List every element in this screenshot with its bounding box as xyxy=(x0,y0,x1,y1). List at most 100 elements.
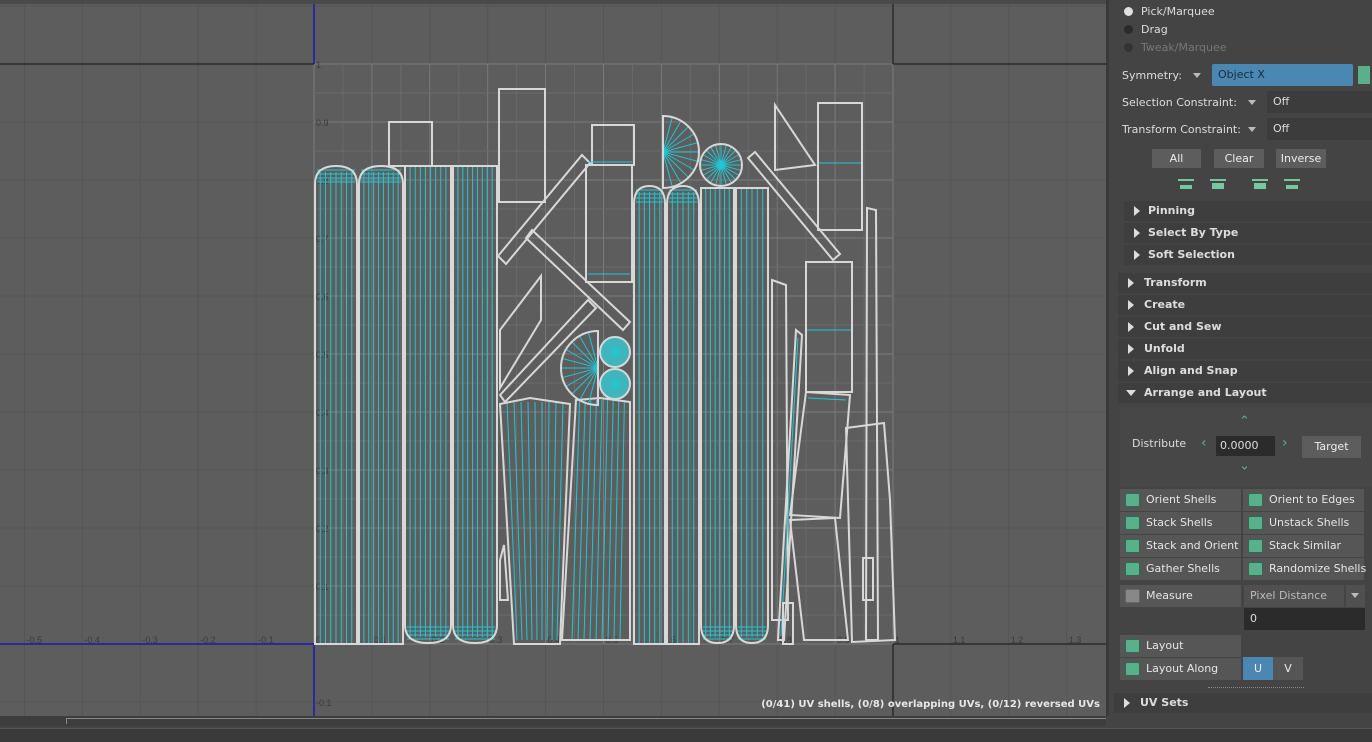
measure-mode-dropdown[interactable] xyxy=(1346,585,1365,607)
clear-button[interactable]: Clear xyxy=(1214,149,1264,168)
horizontal-scrollbar[interactable] xyxy=(0,716,1106,726)
stack-and-orient-button[interactable]: Stack and Orient xyxy=(1120,535,1241,557)
uv-canvas[interactable]: -0.5 -0.4 -0.3 -0.2 -0.1 0 0.1 0.2 0.3 0.4 0.5 0.6 0… xyxy=(0,0,1106,716)
symmetry-toggle-icon[interactable] xyxy=(1358,66,1370,84)
stack-shells-button[interactable]: Stack Shells xyxy=(1120,512,1241,534)
uv-edge xyxy=(577,399,586,641)
drag-label: Drag xyxy=(1141,23,1168,36)
section-uv-sets[interactable]: UV Sets xyxy=(1114,693,1372,713)
u-tick-label: 1.3 xyxy=(1069,635,1082,645)
section-cut-and-sew[interactable]: Cut and Sew xyxy=(1118,317,1372,337)
chevron-down-icon[interactable]: ⌃ xyxy=(1239,456,1250,471)
section-label: Unfold xyxy=(1144,342,1185,355)
chevron-right-icon[interactable]: › xyxy=(1282,435,1288,451)
uv-shell xyxy=(771,278,790,621)
uv-edge xyxy=(601,399,609,641)
measure-label: Measure xyxy=(1146,589,1193,602)
section-arrange-and-layout[interactable]: Arrange and Layout xyxy=(1118,383,1372,403)
measure-button[interactable]: Measure xyxy=(1120,585,1241,607)
orient-shells-icon xyxy=(1125,493,1140,507)
stack-and-orient-icon xyxy=(1125,539,1140,553)
uv-shell xyxy=(805,261,853,393)
unstack-shells-button[interactable]: Unstack Shells xyxy=(1243,512,1364,534)
expand-arrow-icon xyxy=(1128,300,1134,310)
section-select-by-type[interactable]: Select By Type xyxy=(1124,223,1372,243)
distribute-label: Distribute xyxy=(1132,437,1187,450)
radio-drag[interactable] xyxy=(1124,25,1133,34)
stack-similar-icon xyxy=(1248,539,1263,553)
uv-edge xyxy=(551,401,557,641)
stack-shells-icon xyxy=(1125,516,1140,530)
panel-splitter[interactable] xyxy=(1106,0,1109,716)
target-button[interactable]: Target xyxy=(1302,436,1361,458)
shrink-selection-icon[interactable] xyxy=(1178,178,1194,190)
expand-arrow-icon xyxy=(1128,322,1134,332)
uv-edge xyxy=(546,401,550,641)
randomize-shells-button[interactable]: Randomize Shells xyxy=(1243,558,1367,580)
chevron-left-icon[interactable]: ‹ xyxy=(1201,435,1207,451)
symmetry-dropdown-icon[interactable] xyxy=(1193,73,1201,78)
chevron-up-icon[interactable]: ⌃ xyxy=(1239,414,1250,429)
uv-shell xyxy=(788,516,850,641)
grow-region-icon[interactable] xyxy=(1252,178,1268,190)
dropdown-arrow-icon xyxy=(1351,593,1359,598)
uv-shell xyxy=(844,421,897,644)
v-tick-label: 0.4 xyxy=(316,408,329,418)
layout-v-button[interactable]: V xyxy=(1273,657,1303,680)
unstack-shells-icon xyxy=(1248,516,1263,530)
section-pinning[interactable]: Pinning xyxy=(1124,201,1372,221)
transform-constraint-dropdown-icon[interactable] xyxy=(1248,127,1256,132)
u-tick-label: -0.1 xyxy=(258,635,274,645)
u-tick-label: -0.5 xyxy=(27,635,43,645)
grow-selection-icon[interactable] xyxy=(1284,178,1300,190)
uv-shell xyxy=(560,396,631,641)
uv-edge xyxy=(527,401,533,641)
uv-shell xyxy=(498,88,546,203)
scrollbar-thumb[interactable] xyxy=(66,718,1106,724)
uv-shell xyxy=(591,124,635,166)
shrink-region-icon[interactable] xyxy=(1210,178,1226,190)
v-tick-label: 0.7 xyxy=(316,234,329,244)
section-label: Pinning xyxy=(1148,204,1195,217)
stack-similar-button[interactable]: Stack Similar xyxy=(1243,535,1364,557)
section-soft-selection[interactable]: Soft Selection xyxy=(1124,245,1372,265)
layout-along-icon xyxy=(1125,662,1140,676)
inverse-button[interactable]: Inverse xyxy=(1276,149,1326,168)
uv-shell xyxy=(585,164,633,283)
radio-pick-marquee[interactable] xyxy=(1124,7,1133,16)
section-label: UV Sets xyxy=(1140,696,1189,709)
layout-along-label: Layout Along xyxy=(1146,662,1219,675)
section-label: Arrange and Layout xyxy=(1144,386,1267,399)
orient-to-edges-button[interactable]: Orient to Edges xyxy=(1243,489,1364,511)
uv-edge xyxy=(589,399,597,641)
measure-value-field[interactable]: 0 xyxy=(1244,608,1365,630)
bottom-bar xyxy=(0,728,1372,742)
tool-label: Randomize Shells xyxy=(1269,562,1367,575)
section-label: Align and Snap xyxy=(1144,364,1238,377)
symmetry-select[interactable]: Object X xyxy=(1212,64,1353,86)
tool-label: Orient Shells xyxy=(1146,493,1217,506)
layout-button[interactable]: Layout xyxy=(1120,635,1241,657)
resize-handle[interactable] xyxy=(1208,687,1304,688)
v-tick-label: 1 xyxy=(316,60,321,70)
distribute-input[interactable]: 0.0000 xyxy=(1216,436,1275,456)
select-all-button[interactable]: All xyxy=(1152,149,1201,168)
selection-constraint-dropdown-icon[interactable] xyxy=(1248,100,1256,105)
section-align-and-snap[interactable]: Align and Snap xyxy=(1118,361,1372,381)
layout-u-button[interactable]: U xyxy=(1243,657,1273,680)
orient-shells-button[interactable]: Orient Shells xyxy=(1120,489,1241,511)
gather-shells-button[interactable]: Gather Shells xyxy=(1120,558,1241,580)
measure-mode-select[interactable]: Pixel Distance xyxy=(1244,585,1344,607)
tweak-marquee-label: Tweak/Marquee xyxy=(1141,41,1227,54)
uv-edge xyxy=(619,399,625,641)
section-unfold[interactable]: Unfold xyxy=(1118,339,1372,359)
selection-constraint-label: Selection Constraint: xyxy=(1122,96,1237,109)
layout-along-button[interactable]: Layout Along xyxy=(1120,658,1241,680)
transform-constraint-select[interactable]: Off xyxy=(1267,118,1372,140)
section-transform[interactable]: Transform xyxy=(1118,273,1372,293)
selection-constraint-select[interactable]: Off xyxy=(1267,91,1372,113)
section-create[interactable]: Create xyxy=(1118,295,1372,315)
v-tick-label: -0.1 xyxy=(316,698,332,708)
uv-editor-viewport[interactable]: -0.5 -0.4 -0.3 -0.2 -0.1 0 0.1 0.2 0.3 0.4 0.5 0.6 0… xyxy=(0,0,1106,716)
tool-label: Stack Shells xyxy=(1146,516,1213,529)
